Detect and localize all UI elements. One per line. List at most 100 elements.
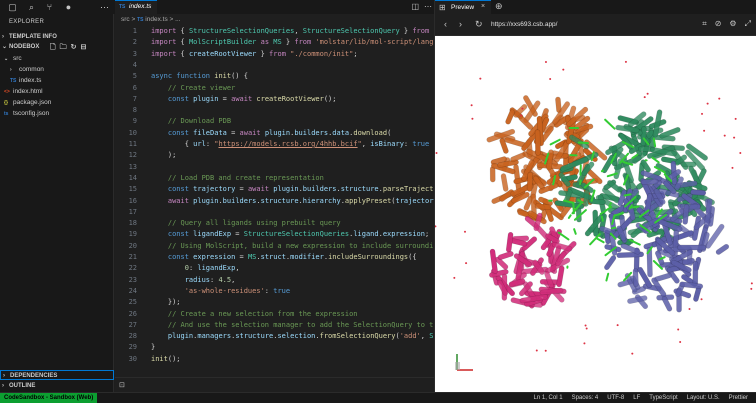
chevron-down-icon: ⌄: [4, 56, 9, 62]
code-text: // Download PDB: [167, 117, 232, 126]
line-number: 23: [128, 275, 137, 284]
terminal-icon[interactable]: ⊡: [119, 381, 125, 389]
code-line[interactable]: 30 init();: [115, 354, 434, 365]
tree-item-index-html[interactable]: <> index.html: [4, 87, 43, 97]
code-line[interactable]: 6 // Create viewer: [115, 83, 434, 94]
tab-preview[interactable]: ⊞ Preview ×: [435, 0, 491, 14]
forward-icon[interactable]: ›: [459, 19, 462, 29]
tree-item-package-json[interactable]: {} package.json: [4, 98, 51, 108]
chain-b-ribbon: [489, 212, 577, 309]
add-tab-icon[interactable]: ⊕: [495, 1, 503, 12]
indentation[interactable]: Spaces: 4: [572, 393, 599, 403]
code-line[interactable]: 20 // Using MolScript, build a new expre…: [115, 241, 434, 252]
preview-panel: ⊞ Preview × ⊕ ‹ › ↻ https://xxs693.csb.a…: [434, 0, 756, 392]
status-items: Ln 1, Col 1 Spaces: 4 UTF-8 LF TypeScrip…: [534, 393, 748, 403]
cursor-position[interactable]: Ln 1, Col 1: [534, 393, 563, 403]
breadcrumb-file[interactable]: index.ts: [145, 16, 167, 23]
language-mode[interactable]: TypeScript: [649, 393, 677, 403]
files-icon[interactable]: ▢: [6, 1, 19, 13]
address-bar[interactable]: https://xxs693.csb.app/: [491, 21, 557, 28]
code-area[interactable]: 1 import { StructureSelectionQueries, Str…: [115, 26, 434, 381]
prettier-status[interactable]: Prettier: [729, 393, 748, 403]
settings-icon[interactable]: ⚙: [729, 19, 736, 29]
line-number: 17: [128, 207, 137, 216]
typescript-file-icon: TS: [10, 78, 17, 84]
source-control-icon[interactable]: ⑂: [43, 1, 56, 13]
code-line[interactable]: 12 );: [115, 150, 434, 161]
code-line[interactable]: 2 import { MolScriptBuilder as MS } from …: [115, 37, 434, 48]
code-line[interactable]: 28 plugin.managers.structure.selection.f…: [115, 331, 434, 342]
breadcrumb-symbol[interactable]: > ...: [170, 16, 181, 23]
tree-item-common[interactable]: › common: [10, 65, 44, 75]
code-line[interactable]: 11 { url: "https://models.rcsb.org/4hhb.…: [115, 139, 434, 150]
code-line[interactable]: 10 const fileData = await plugin.builder…: [115, 128, 434, 139]
popout-icon[interactable]: ⤢: [745, 19, 751, 29]
code-line[interactable]: 14 // Load PDB and create representation: [115, 173, 434, 184]
github-icon[interactable]: ●: [62, 1, 75, 13]
code-line[interactable]: 22 0: ligandExp,: [115, 263, 434, 274]
code-text: await plugin.builders.structure.hierarch…: [167, 196, 434, 205]
molecule-viewport[interactable]: [435, 36, 756, 392]
template-info-section[interactable]: › TEMPLATE INFO: [0, 33, 114, 42]
back-icon[interactable]: ‹: [444, 19, 447, 29]
devtools-icon[interactable]: ⌗: [702, 19, 707, 29]
code-text: // Using MolScript, build a new expressi…: [167, 241, 434, 250]
tree-item-index-ts[interactable]: TS index.ts: [10, 76, 41, 86]
code-line[interactable]: 27 // And use the selection manager to a…: [115, 320, 434, 331]
code-line[interactable]: 24 'as-whole-residues': true: [115, 286, 434, 297]
code-line[interactable]: 5 async function init() {: [115, 71, 434, 82]
code-line[interactable]: 17: [115, 207, 434, 218]
new-file-icon[interactable]: 🗋: [50, 43, 56, 52]
app-window: ▢ ⌕ ⑂ ● ⋯ EXPLORER › TEMPLATE INFO ⌄ NOD…: [0, 0, 756, 403]
new-folder-icon[interactable]: 🗀: [60, 43, 67, 52]
code-line[interactable]: 19 const ligandExp = StructureSelectionQ…: [115, 229, 434, 240]
workspace-section[interactable]: ⌄ NODEBOX 🗋 🗀 ↻ ⊟: [0, 43, 114, 52]
line-number: 1: [132, 27, 137, 35]
explorer-sidebar: EXPLORER › TEMPLATE INFO ⌄ NODEBOX 🗋 🗀 ↻…: [0, 14, 114, 392]
line-number: 27: [128, 320, 137, 329]
breadcrumb-folder[interactable]: src: [121, 16, 130, 23]
tree-item-src[interactable]: ⌄ src: [4, 54, 22, 64]
code-line[interactable]: 29}: [115, 342, 434, 353]
split-editor-icon[interactable]: ◫: [411, 1, 419, 13]
protein-structure-render[interactable]: [435, 36, 756, 392]
code-line[interactable]: 7 const plugin = await createRootViewer(…: [115, 94, 434, 105]
more-actions-icon[interactable]: ⋯: [424, 1, 432, 13]
code-line[interactable]: 3 import { createRootViewer } from "./com…: [115, 49, 434, 60]
line-number: 30: [128, 354, 137, 363]
keyboard-layout[interactable]: Layout: U.S.: [687, 393, 720, 403]
line-number: 21: [128, 253, 137, 261]
line-number: 29: [128, 343, 137, 352]
tree-item-tsconfig-json[interactable]: ts tsconfig.json: [4, 109, 49, 119]
refresh-icon[interactable]: ↻: [71, 43, 77, 52]
open-external-icon[interactable]: ⊘: [715, 19, 722, 29]
html-file-icon: <>: [4, 89, 10, 95]
code-text: });: [151, 298, 181, 307]
reload-icon[interactable]: ↻: [475, 19, 483, 30]
code-line[interactable]: 13: [115, 162, 434, 173]
encoding[interactable]: UTF-8: [607, 393, 624, 403]
code-line[interactable]: 8: [115, 105, 434, 116]
code-line[interactable]: 23 radius: 4.5,: [115, 275, 434, 286]
dependencies-section[interactable]: › DEPENDENCIES: [0, 370, 114, 380]
tab-index-ts[interactable]: TS index.ts: [115, 0, 157, 14]
code-line[interactable]: 9 // Download PDB: [115, 116, 434, 127]
close-icon[interactable]: ×: [481, 3, 485, 10]
code-line[interactable]: 25 });: [115, 297, 434, 308]
chevron-right-icon: ›: [2, 383, 4, 389]
codesandbox-status[interactable]: CodeSandbox - Sandbox (Web): [0, 393, 98, 403]
code-line[interactable]: 15 const trajectory = await plugin.build…: [115, 184, 434, 195]
outline-section[interactable]: › OUTLINE: [0, 381, 114, 391]
collapse-all-icon[interactable]: ⊟: [81, 43, 87, 52]
code-line[interactable]: 26 // Create a new selection from the ex…: [115, 309, 434, 320]
code-line[interactable]: 4: [115, 60, 434, 71]
search-icon[interactable]: ⌕: [25, 1, 38, 13]
breadcrumb-separator: >: [131, 16, 136, 23]
line-ending[interactable]: LF: [633, 393, 640, 403]
code-line[interactable]: 18 // Query all ligands using prebuilt q…: [115, 218, 434, 229]
code-line[interactable]: 1 import { StructureSelectionQueries, Str…: [115, 26, 434, 37]
code-line[interactable]: 16 await plugin.builders.structure.hiera…: [115, 196, 434, 207]
more-icon[interactable]: ⋯: [98, 1, 111, 13]
editor-tab-bar: TS index.ts ◫ ⋯: [115, 0, 434, 14]
code-line[interactable]: 21 const expression = MS.struct.modifier…: [115, 252, 434, 263]
